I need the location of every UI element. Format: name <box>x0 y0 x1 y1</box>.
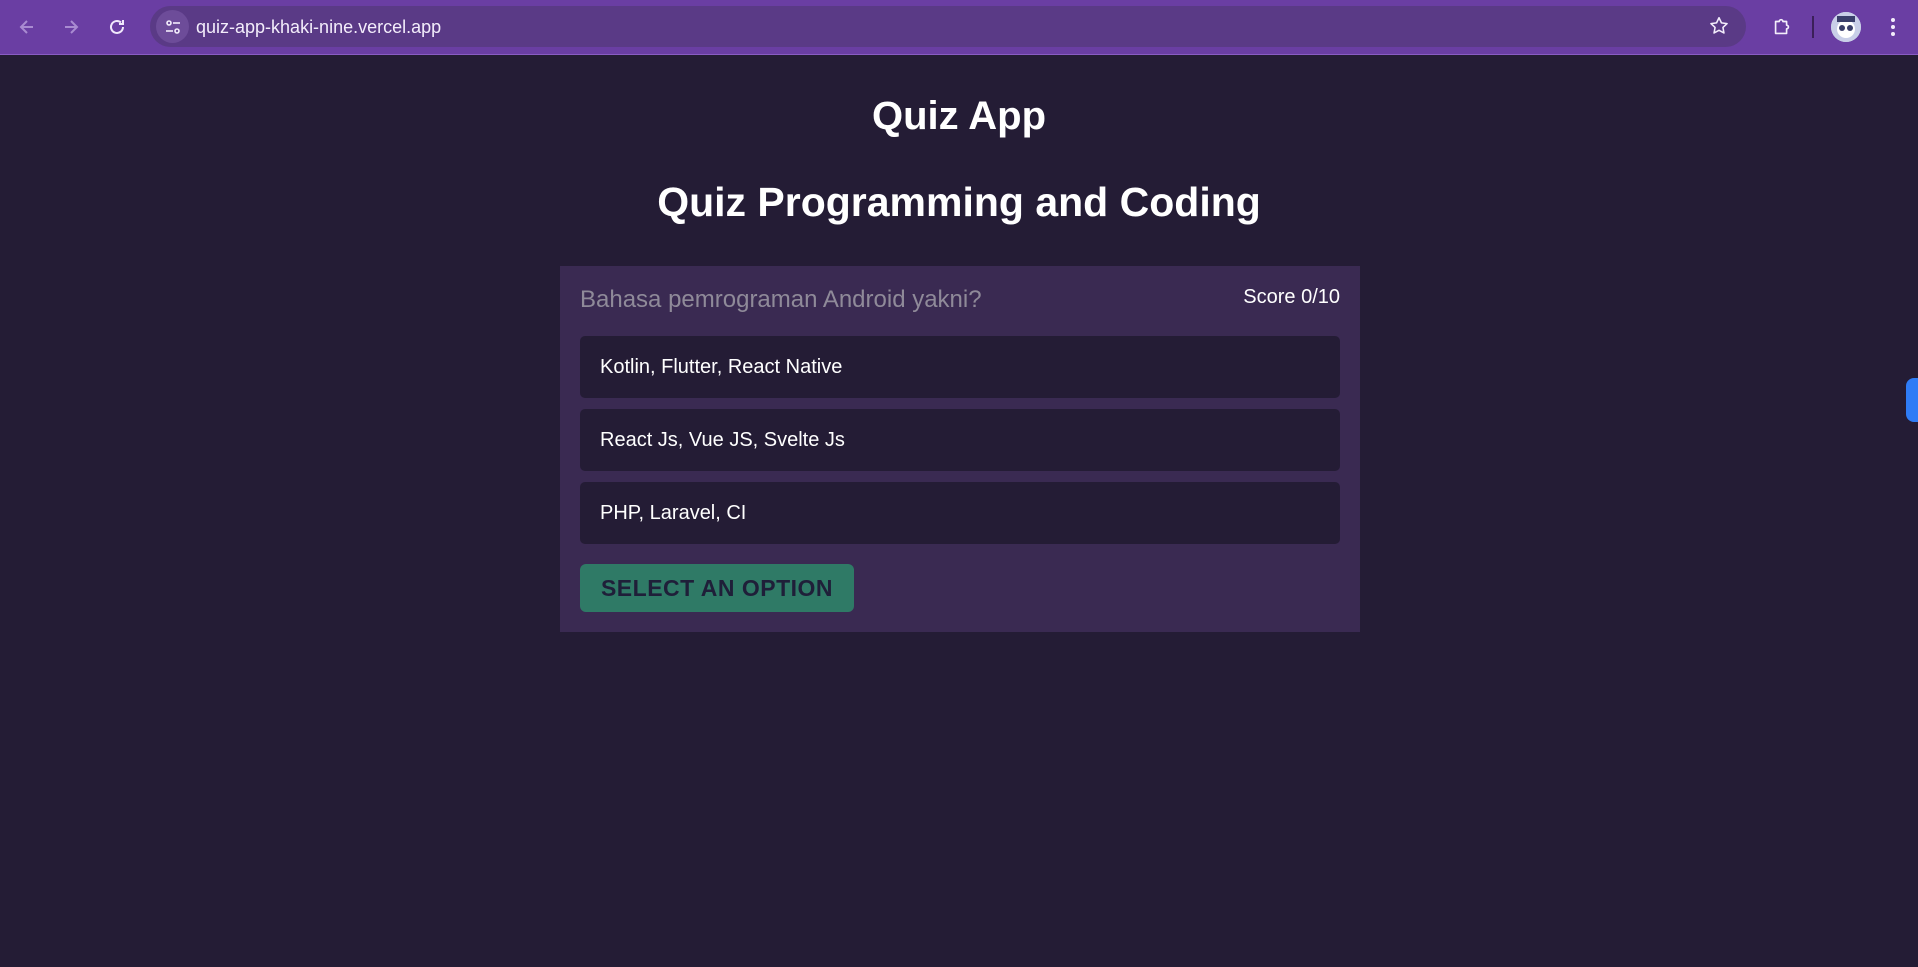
browser-menu-button[interactable] <box>1876 10 1910 44</box>
tune-icon <box>165 19 180 34</box>
kebab-menu-icon <box>1891 18 1895 36</box>
url-text[interactable]: quiz-app-khaki-nine.vercel.app <box>196 17 441 38</box>
address-bar[interactable]: quiz-app-khaki-nine.vercel.app <box>150 6 1746 47</box>
side-panel-tab[interactable] <box>1906 378 1918 422</box>
answer-option[interactable]: Kotlin, Flutter, React Native <box>580 336 1340 398</box>
arrow-right-icon <box>65 20 79 34</box>
extensions-button[interactable] <box>1765 10 1799 44</box>
forward-button[interactable] <box>54 10 88 44</box>
avatar-icon <box>1831 12 1861 42</box>
quiz-card: Bahasa pemrograman Android yakni? Score … <box>560 266 1360 632</box>
site-info-button[interactable] <box>156 10 189 43</box>
reload-button[interactable] <box>100 10 134 44</box>
toolbar-divider <box>1812 16 1814 38</box>
score-display: Score 0/10 <box>1243 286 1340 308</box>
app-title: Quiz App <box>871 94 1047 138</box>
quiz-title: Quiz Programming and Coding <box>657 179 1261 225</box>
answer-option[interactable]: PHP, Laravel, CI <box>580 482 1340 544</box>
arrow-left-icon <box>19 20 33 34</box>
bookmark-button[interactable] <box>1708 15 1730 37</box>
submit-button[interactable]: SELECT AN OPTION <box>580 564 854 612</box>
question-text: Bahasa pemrograman Android yakni? <box>580 286 982 313</box>
browser-toolbar: quiz-app-khaki-nine.vercel.app <box>0 0 1918 55</box>
star-icon <box>1710 16 1728 34</box>
reload-icon <box>110 19 124 34</box>
profile-avatar[interactable] <box>1831 12 1861 42</box>
answer-option[interactable]: React Js, Vue JS, Svelte Js <box>580 409 1340 471</box>
back-button[interactable] <box>10 10 44 44</box>
puzzle-icon <box>1774 18 1790 35</box>
